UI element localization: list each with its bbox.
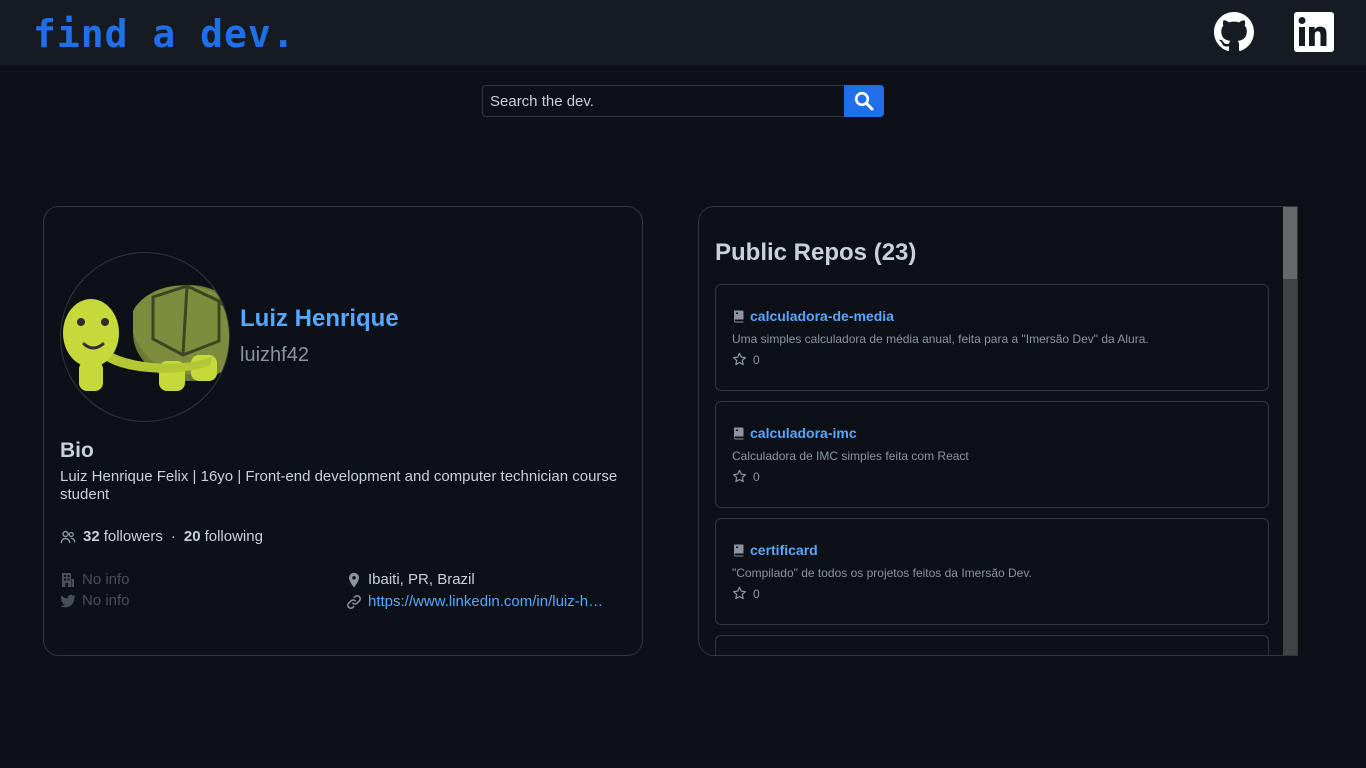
repo-name[interactable]: certificard — [750, 542, 818, 558]
profile-name: Luiz Henrique — [240, 305, 399, 332]
book-icon — [732, 543, 746, 557]
twitter-text: No info — [82, 592, 130, 609]
repo-card[interactable]: calculadora-imc Calculadora de IMC simpl… — [715, 401, 1269, 508]
followers-label[interactable]: followers — [104, 528, 163, 545]
book-icon — [732, 309, 746, 323]
search-icon — [854, 91, 874, 111]
followers-count[interactable]: 32 — [83, 528, 100, 545]
repo-description: Uma simples calculadora de média anual, … — [732, 332, 1149, 346]
bio-text: Luiz Henrique Felix | 16yo | Front-end d… — [60, 468, 618, 503]
social-counts: 32 followers · 20 following — [60, 528, 263, 545]
top-bar: find a dev. — [0, 0, 1366, 65]
linkedin-icon[interactable] — [1294, 12, 1334, 52]
scrollbar-track[interactable] — [1283, 207, 1297, 655]
repo-stars: 0 — [732, 469, 760, 484]
following-label[interactable]: following — [205, 528, 263, 545]
repo-description: "Compilado" de todos os projetos feitos … — [732, 566, 1032, 580]
company-text: No info — [82, 571, 130, 588]
star-count: 0 — [753, 469, 760, 484]
building-icon — [60, 572, 76, 588]
repo-description: Calculadora de IMC simples feita com Rea… — [732, 449, 969, 463]
repo-name-link[interactable]: certificard — [732, 542, 818, 558]
repo-name[interactable]: calculadora-de-media — [750, 308, 894, 324]
repo-stars: 0 — [732, 352, 760, 367]
twitter-info: No info — [60, 592, 130, 609]
search-button[interactable] — [844, 85, 884, 117]
people-icon — [60, 529, 76, 545]
repo-card[interactable]: calculadora-de-media Uma simples calcula… — [715, 284, 1269, 391]
logo[interactable]: find a dev. — [33, 12, 296, 56]
turtle-avatar — [63, 284, 229, 391]
blog-link[interactable]: https://www.linkedin.com/in/luiz-h… — [368, 593, 603, 610]
location-info: Ibaiti, PR, Brazil — [346, 571, 475, 588]
avatar — [60, 252, 230, 422]
star-count: 0 — [753, 586, 760, 601]
link-icon — [346, 594, 362, 610]
book-icon — [732, 426, 746, 440]
location-text: Ibaiti, PR, Brazil — [368, 571, 475, 588]
repos-title: Public Repos (23) — [715, 239, 917, 266]
repo-card-partial[interactable] — [715, 635, 1269, 655]
star-icon — [732, 352, 747, 367]
scrollbar-thumb[interactable] — [1283, 207, 1297, 279]
star-icon — [732, 586, 747, 601]
location-pin-icon — [346, 572, 362, 588]
separator: · — [170, 528, 176, 545]
repo-stars: 0 — [732, 586, 760, 601]
star-count: 0 — [753, 352, 760, 367]
blog-info: https://www.linkedin.com/in/luiz-h… — [346, 593, 603, 610]
repos-card: Public Repos (23) calculadora-de-media U… — [698, 206, 1298, 656]
repo-name-link[interactable]: calculadora-imc — [732, 425, 857, 441]
repo-card[interactable]: certificard "Compilado" de todos os proj… — [715, 518, 1269, 625]
bio-heading: Bio — [60, 439, 94, 462]
search-bar — [482, 85, 884, 117]
repo-name-link[interactable]: calculadora-de-media — [732, 308, 894, 324]
profile-login: luizhf42 — [240, 344, 309, 366]
twitter-icon — [60, 593, 76, 609]
star-icon — [732, 469, 747, 484]
following-count[interactable]: 20 — [184, 528, 201, 545]
profile-card: Luiz Henrique luizhf42 Bio Luiz Henrique… — [43, 206, 643, 656]
github-icon[interactable] — [1214, 12, 1254, 52]
company-info: No info — [60, 571, 130, 588]
repo-name[interactable]: calculadora-imc — [750, 425, 857, 441]
search-input[interactable] — [482, 85, 845, 117]
